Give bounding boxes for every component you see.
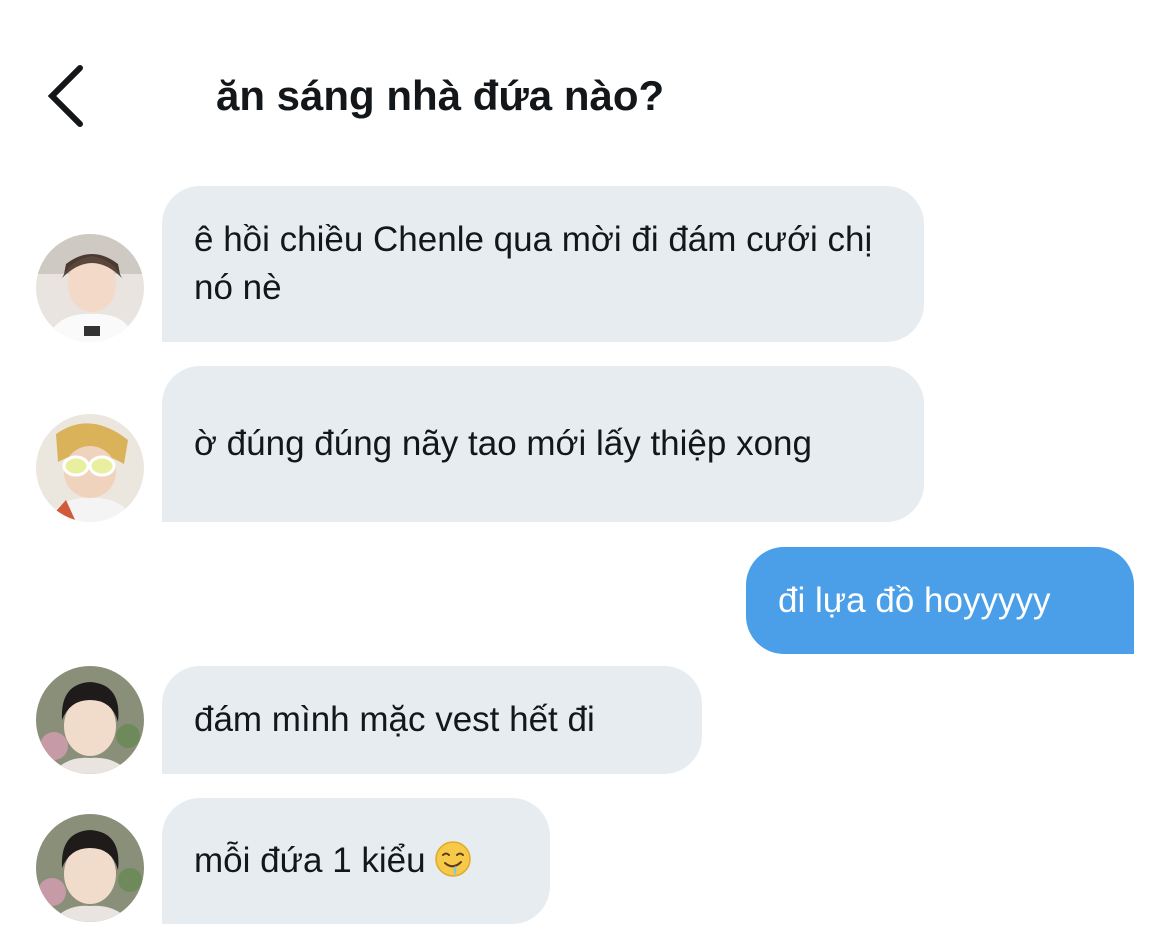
avatar[interactable]: [36, 414, 144, 522]
avatar[interactable]: [36, 814, 144, 922]
message-text-content: mỗi đứa 1 kiểu: [194, 841, 426, 880]
message-bubble-incoming[interactable]: ê hồi chiều Chenle qua mời đi đám cưới c…: [162, 186, 924, 342]
message-bubble-incoming[interactable]: ờ đúng đúng nãy tao mới lấy thiệp xong: [162, 366, 924, 522]
message-text: ê hồi chiều Chenle qua mời đi đám cưới c…: [194, 220, 873, 307]
message-bubble-incoming[interactable]: mỗi đứa 1 kiểu: [162, 798, 550, 924]
back-button[interactable]: [40, 62, 100, 130]
message-text: mỗi đứa 1 kiểu: [194, 837, 472, 885]
chat-header: ăn sáng nhà đứa nào?: [0, 0, 1169, 170]
avatar[interactable]: [36, 666, 144, 774]
message-bubble-outgoing[interactable]: đi lựa đồ hoyyyyy: [746, 547, 1134, 654]
avatar[interactable]: [36, 234, 144, 342]
message-text: đám mình mặc vest hết đi: [194, 700, 595, 739]
message-text: ờ đúng đúng nãy tao mới lấy thiệp xong: [194, 424, 812, 463]
message-text: đi lựa đồ hoyyyyy: [778, 580, 1051, 620]
drooling-face-emoji: [434, 841, 471, 877]
conversation-title: ăn sáng nhà đứa nào?: [216, 72, 665, 119]
message-bubble-incoming[interactable]: đám mình mặc vest hết đi: [162, 666, 702, 774]
chevron-left-icon: [47, 65, 83, 127]
